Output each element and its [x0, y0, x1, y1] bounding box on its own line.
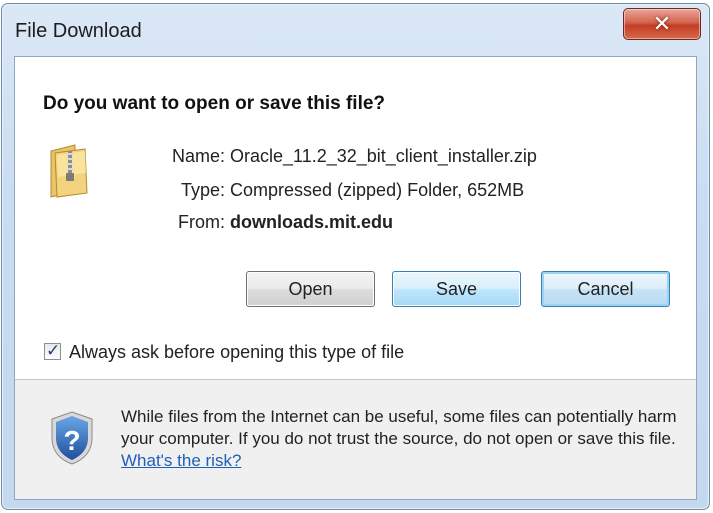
window-title: File Download	[15, 20, 142, 42]
warning-message: While files from the Internet can be use…	[121, 407, 677, 448]
cancel-button[interactable]: Cancel	[541, 271, 670, 307]
shield-question-icon: ?	[51, 411, 93, 465]
checkmark-icon: ✓	[46, 341, 61, 360]
warning-panel: ? While files from the Internet can be u…	[15, 380, 696, 499]
svg-text:?: ?	[63, 425, 80, 456]
name-label: Name:	[171, 146, 225, 166]
always-ask-label[interactable]: Always ask before opening this type of f…	[69, 342, 404, 363]
title-bar[interactable]: File Download ✕	[2, 4, 709, 56]
type-label: Type:	[180, 180, 225, 200]
warning-text: While files from the Internet can be use…	[121, 406, 681, 472]
always-ask-checkbox[interactable]: ✓	[44, 341, 61, 360]
file-type-value: Compressed (zipped) Folder, 652MB	[230, 180, 525, 200]
from-label: From:	[178, 212, 225, 232]
close-icon: ✕	[652, 11, 672, 36]
dialog-body: Do you want to open or save this file? N…	[14, 56, 697, 500]
whats-the-risk-link[interactable]: What's the risk?	[121, 451, 241, 470]
save-button[interactable]: Save	[392, 271, 521, 307]
dialog-question: Do you want to open or save this file?	[43, 93, 386, 114]
file-name-value: Oracle_11.2_32_bit_client_installer.zip	[230, 146, 537, 166]
file-download-dialog: File Download ✕ Do you want to open or s…	[1, 3, 710, 510]
file-source-value: downloads.mit.edu	[230, 212, 394, 232]
close-button[interactable]: ✕	[623, 8, 701, 40]
open-button[interactable]: Open	[246, 271, 375, 307]
